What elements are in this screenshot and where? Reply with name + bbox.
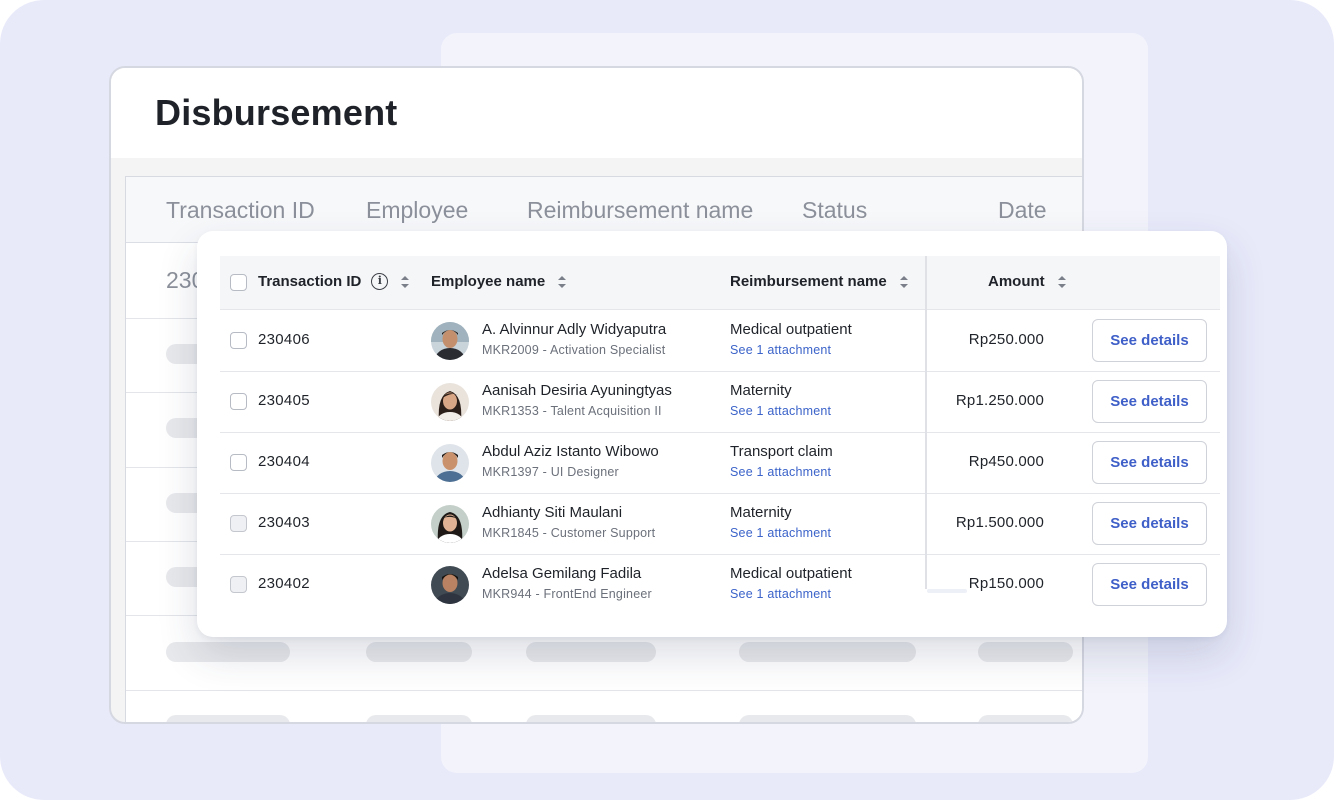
see-details-button[interactable]: See details — [1092, 563, 1207, 606]
amount: Rp250.000 — [968, 331, 1044, 348]
reimbursement-name: Medical outpatient — [730, 565, 852, 582]
avatar — [431, 566, 469, 604]
bg-column-reimbursement-name: Reimbursement name — [527, 197, 754, 223]
skeleton-placeholder — [978, 642, 1073, 662]
reimbursement-name: Maternity — [730, 382, 792, 399]
transaction-id: 230406 — [258, 331, 310, 348]
table-row: 230402 Adelsa Gemilang Fadila MKR944 - F… — [220, 555, 1220, 613]
employee-name: Adhianty Siti Maulani — [482, 504, 623, 521]
attachment-link[interactable]: See 1 attachment — [730, 526, 831, 540]
see-details-button[interactable]: See details — [1092, 319, 1207, 362]
skeleton-placeholder — [166, 715, 290, 722]
horizontal-scrollbar-thumb[interactable] — [927, 589, 967, 593]
reimbursement-name: Medical outpatient — [730, 321, 852, 338]
header-employee-name[interactable]: Employee name — [431, 273, 567, 290]
attachment-link[interactable]: See 1 attachment — [730, 465, 831, 479]
transaction-id: 230402 — [258, 575, 310, 592]
bg-column-employee: Employee — [366, 197, 469, 223]
header-employee-name-label: Employee name — [431, 273, 546, 290]
reimbursement-name: Maternity — [730, 504, 792, 521]
skeleton-placeholder — [526, 715, 656, 722]
reimbursement-table-card: Transaction ID i Employee name Reimburse… — [197, 231, 1227, 637]
page-title: Disbursement — [155, 92, 398, 133]
table-row: 230406 A. Alvinnur Adly Widyaputra MKR20… — [220, 311, 1220, 372]
info-icon[interactable]: i — [371, 273, 389, 290]
amount: Rp450.000 — [968, 453, 1044, 470]
employee-name: Adelsa Gemilang Fadila — [482, 565, 642, 582]
sort-icon[interactable] — [899, 275, 909, 289]
avatar — [431, 383, 469, 421]
row-checkbox[interactable] — [230, 576, 247, 593]
reimbursement-table: Transaction ID i Employee name Reimburse… — [220, 256, 1220, 613]
attachment-link[interactable]: See 1 attachment — [730, 343, 831, 357]
employee-name: Abdul Aziz Istanto Wibowo — [482, 443, 659, 460]
row-checkbox[interactable] — [230, 454, 247, 471]
see-details-button[interactable]: See details — [1092, 502, 1207, 545]
row-checkbox[interactable] — [230, 393, 247, 410]
table-row: 230404 Abdul Aziz Istanto Wibowo MKR1397… — [220, 433, 1220, 494]
sort-icon[interactable] — [557, 275, 567, 289]
avatar — [431, 505, 469, 543]
bg-row-divider — [126, 690, 1082, 691]
bg-column-date: Date — [998, 197, 1047, 223]
header-transaction-id-label: Transaction ID — [258, 273, 362, 290]
header-amount-label: Amount — [988, 273, 1045, 290]
skeleton-placeholder — [366, 715, 472, 722]
header-transaction-id[interactable]: Transaction ID i — [258, 273, 410, 290]
skeleton-placeholder — [739, 715, 916, 722]
employee-name: A. Alvinnur Adly Widyaputra — [482, 321, 667, 338]
employee-id-role: MKR1397 - UI Designer — [482, 465, 619, 479]
header-reimbursement-name[interactable]: Reimbursement name — [730, 273, 909, 290]
sort-icon[interactable] — [1057, 275, 1067, 289]
reimbursement-name: Transport claim — [730, 443, 833, 460]
table-row: 230405 Aanisah Desiria Ayuningtyas MKR13… — [220, 372, 1220, 433]
disbursement-header: Disbursement — [111, 68, 1082, 158]
avatar — [431, 444, 469, 482]
skeleton-placeholder — [166, 642, 290, 662]
select-all-checkbox[interactable] — [230, 274, 247, 291]
header-reimbursement-name-label: Reimbursement name — [730, 273, 887, 290]
see-details-button[interactable]: See details — [1092, 380, 1207, 423]
bg-column-transaction-id: Transaction ID — [166, 197, 315, 223]
transaction-id: 230404 — [258, 453, 310, 470]
skeleton-placeholder — [526, 642, 656, 662]
bg-column-status: Status — [802, 197, 868, 223]
skeleton-placeholder — [978, 715, 1073, 722]
employee-name: Aanisah Desiria Ayuningtyas — [482, 382, 672, 399]
transaction-id: 230405 — [258, 392, 310, 409]
amount: Rp1.250.000 — [955, 392, 1044, 409]
employee-id-role: MKR1353 - Talent Acquisition II — [482, 404, 662, 418]
table-header: Transaction ID i Employee name Reimburse… — [220, 256, 1220, 310]
skeleton-placeholder — [739, 642, 916, 662]
row-checkbox[interactable] — [230, 515, 247, 532]
amount: Rp150.000 — [968, 575, 1044, 592]
attachment-link[interactable]: See 1 attachment — [730, 404, 831, 418]
sticky-column-divider — [925, 256, 927, 589]
skeleton-placeholder — [366, 642, 472, 662]
see-details-button[interactable]: See details — [1092, 441, 1207, 484]
employee-id-role: MKR944 - FrontEnd Engineer — [482, 587, 652, 601]
attachment-link[interactable]: See 1 attachment — [730, 587, 831, 601]
employee-id-role: MKR1845 - Customer Support — [482, 526, 656, 540]
avatar — [431, 322, 469, 360]
table-row: 230403 Adhianty Siti Maulani MKR1845 - C… — [220, 494, 1220, 555]
amount: Rp1.500.000 — [955, 514, 1044, 531]
sort-icon[interactable] — [400, 275, 410, 289]
header-amount[interactable]: Amount — [988, 273, 1067, 290]
row-checkbox[interactable] — [230, 332, 247, 349]
transaction-id: 230403 — [258, 514, 310, 531]
employee-id-role: MKR2009 - Activation Specialist — [482, 343, 666, 357]
